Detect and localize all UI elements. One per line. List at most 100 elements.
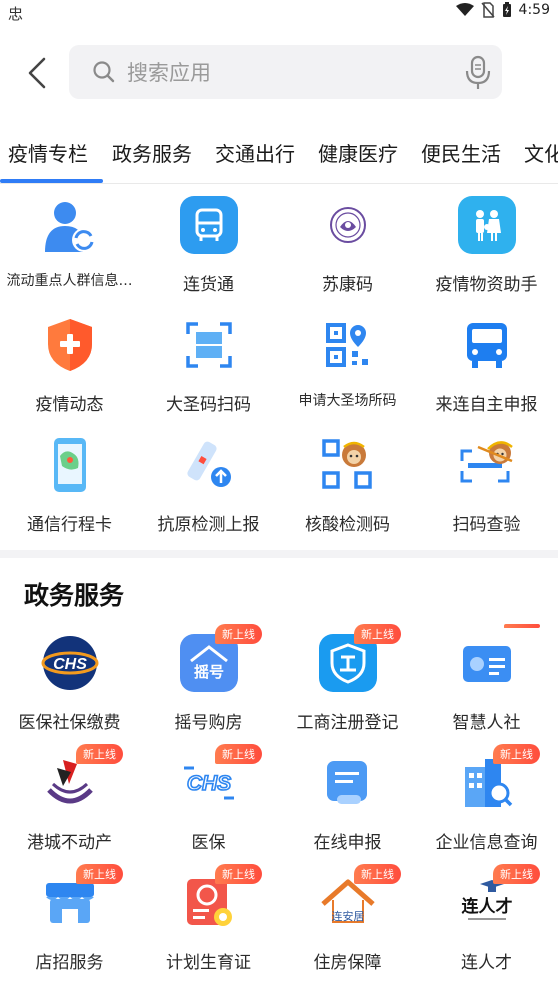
app-scan-verify[interactable]: 扫码查验 [417, 436, 556, 556]
app-label: 苏康码 [322, 275, 373, 295]
tab-culture[interactable]: 文化 [524, 138, 558, 167]
new-badge: 新上线 [493, 864, 540, 884]
scan-frame-icon [180, 316, 238, 374]
government-app-grid: CHS 医保社保缴费 摇号 新上线 摇号购房 新上线 工商注册登记 智慧人社 新… [0, 624, 558, 994]
status-bar: 忠 4:59 [0, 0, 558, 26]
carrier-glyph: 忠 [8, 5, 24, 23]
new-badge-truncated [504, 624, 540, 628]
app-online-declare[interactable]: 在线申报 [278, 754, 417, 874]
app-trip-card[interactable]: 通信行程卡 [0, 436, 139, 556]
app-real-estate[interactable]: 新上线 港城不动产 [0, 744, 139, 874]
battery-icon [502, 2, 511, 17]
chs-globe-icon: CHS [41, 634, 99, 692]
app-label: 企业信息查询 [435, 833, 538, 853]
microphone-icon[interactable] [464, 55, 492, 91]
app-smart-hr[interactable]: 智慧人社 [417, 624, 556, 754]
app-venue-code[interactable]: 申请大圣场所码 [278, 316, 417, 436]
app-mobile-people-info[interactable]: 流动重点人群信息… [0, 196, 139, 316]
app-label: 流动重点人群信息… [6, 273, 133, 289]
header [0, 44, 558, 100]
person-sync-icon [41, 196, 99, 254]
wifi-icon [455, 3, 474, 16]
app-label: 在线申报 [313, 833, 382, 853]
app-business-registration[interactable]: 新上线 工商注册登记 [278, 624, 417, 754]
search-bar[interactable] [69, 45, 502, 99]
new-badge: 新上线 [76, 744, 123, 764]
app-label: 连人才 [461, 953, 512, 973]
svg-text:CHS: CHS [187, 772, 231, 795]
app-label: 店招服务 [35, 953, 104, 973]
app-medical-insurance[interactable]: CHS 新上线 医保 [139, 744, 278, 874]
app-label: 来连自主申报 [435, 395, 538, 415]
app-epidemic-news[interactable]: 疫情动态 [0, 316, 139, 436]
app-label: 连货通 [183, 275, 234, 295]
svg-text:连人才: 连人才 [462, 896, 513, 917]
new-badge: 新上线 [76, 864, 123, 884]
seal-icon [319, 196, 377, 254]
app-talent[interactable]: 连人才 新上线 连人才 [417, 864, 556, 994]
app-label: 摇号购房 [174, 713, 243, 733]
tab-life[interactable]: 便民生活 [421, 138, 501, 167]
app-label: 疫情物资助手 [435, 275, 538, 295]
app-label: 医保社保缴费 [18, 713, 121, 733]
new-badge: 新上线 [215, 624, 262, 644]
app-label: 计划生育证 [166, 953, 251, 973]
tab-transport[interactable]: 交通出行 [215, 138, 295, 167]
clock: 4:59 [518, 2, 550, 18]
family-icon [458, 196, 516, 254]
section-title: 政务服务 [24, 581, 125, 610]
app-label: 住房保障 [313, 953, 382, 973]
tab-health[interactable]: 健康医疗 [318, 138, 398, 167]
app-lianhuotong[interactable]: 连货通 [139, 196, 278, 316]
svg-text:连安居: 连安居 [332, 909, 365, 923]
monkey-qr-icon [319, 436, 377, 494]
app-label: 扫码查验 [452, 515, 521, 535]
app-family-planning[interactable]: 新上线 计划生育证 [139, 864, 278, 994]
app-label: 核酸检测码 [305, 515, 390, 535]
app-antigen-report[interactable]: 抗原检测上报 [139, 436, 278, 556]
app-label: 申请大圣场所码 [298, 393, 397, 409]
app-insurance-payment[interactable]: CHS 医保社保缴费 [0, 634, 139, 754]
doc-pen-icon [319, 754, 377, 812]
app-label: 疫情动态 [35, 395, 104, 415]
app-label: 智慧人社 [452, 713, 521, 733]
app-shop-sign[interactable]: 新上线 店招服务 [0, 864, 139, 994]
app-self-declare[interactable]: 来连自主申报 [417, 316, 556, 436]
bus-icon [180, 196, 238, 254]
search-icon [93, 61, 115, 83]
app-dasheng-scan[interactable]: 大圣码扫码 [139, 316, 278, 436]
search-input[interactable] [125, 53, 459, 93]
shield-plus-icon [41, 316, 99, 374]
test-upload-icon [180, 436, 238, 494]
app-label: 医保 [191, 833, 226, 853]
app-supply-assistant[interactable]: 疫情物资助手 [417, 196, 556, 316]
back-button[interactable] [18, 54, 56, 92]
qr-pin-icon [319, 316, 377, 374]
svg-text:CHS: CHS [53, 656, 87, 673]
status-icons: 4:59 [455, 2, 550, 18]
app-enterprise-query[interactable]: 新上线 企业信息查询 [417, 744, 556, 874]
app-label: 港城不动产 [27, 833, 112, 853]
app-housing-security[interactable]: 连安居 新上线 住房保障 [278, 864, 417, 994]
app-label: 大圣码扫码 [166, 395, 251, 415]
bus-front-icon [458, 316, 516, 374]
category-tabs: 疫情专栏 政务服务 交通出行 健康医疗 便民生活 文化 [0, 132, 558, 184]
new-badge: 新上线 [215, 864, 262, 884]
chevron-left-icon [28, 57, 46, 89]
app-label: 通信行程卡 [27, 515, 112, 535]
app-house-lottery[interactable]: 摇号 新上线 摇号购房 [139, 624, 278, 754]
new-badge: 新上线 [354, 624, 401, 644]
epidemic-app-grid: 流动重点人群信息… 连货通 苏康码 疫情物资助手 疫情动态 大圣码扫码 申请大圣… [0, 196, 558, 546]
new-badge: 新上线 [354, 864, 401, 884]
phone-map-icon [41, 436, 99, 494]
no-sim-icon [480, 2, 495, 18]
tab-government[interactable]: 政务服务 [112, 138, 192, 167]
new-badge: 新上线 [215, 744, 262, 764]
monkey-scan-icon [458, 436, 516, 494]
svg-text:摇号: 摇号 [194, 663, 224, 681]
app-sukangma[interactable]: 苏康码 [278, 196, 417, 316]
app-nucleic-code[interactable]: 核酸检测码 [278, 436, 417, 556]
section-separator [0, 550, 558, 558]
new-badge: 新上线 [493, 744, 540, 764]
tab-epidemic[interactable]: 疫情专栏 [8, 138, 88, 167]
